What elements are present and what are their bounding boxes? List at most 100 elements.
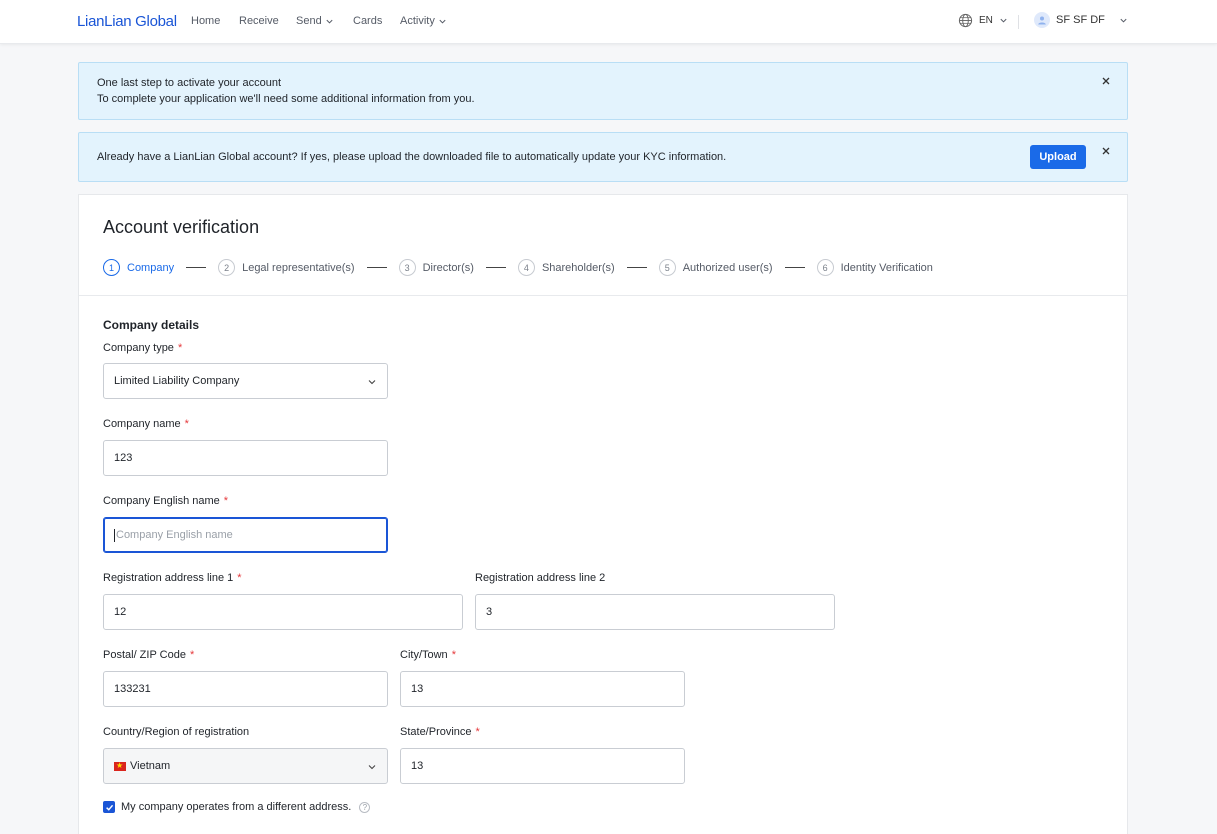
company-type-select[interactable]: Limited Liability Company xyxy=(103,363,388,399)
step-number: 1 xyxy=(103,259,120,276)
chevron-down-icon xyxy=(1120,18,1127,23)
step-identity-verification[interactable]: 6 Identity Verification xyxy=(816,259,933,276)
nav-send[interactable]: Send xyxy=(296,15,334,27)
step-number: 4 xyxy=(517,259,535,276)
postal-code-input[interactable]: 133231 xyxy=(103,671,388,707)
vietnam-flag-icon xyxy=(114,759,126,773)
company-name-value: 123 xyxy=(114,452,133,464)
address-line2-value: 3 xyxy=(486,606,493,618)
chevron-down-icon xyxy=(439,19,446,24)
close-icon[interactable] xyxy=(1101,76,1111,86)
step-label: Company xyxy=(127,261,175,274)
step-label: Director(s) xyxy=(422,261,474,274)
top-navbar: LianLian Global Home Receive Send Cards … xyxy=(0,0,1217,44)
company-english-name-placeholder: Company English name xyxy=(116,529,233,541)
check-icon xyxy=(105,804,113,811)
country-label: Country/Region of registration xyxy=(103,726,249,738)
upload-button[interactable]: Upload xyxy=(1030,145,1086,169)
company-name-input[interactable]: 123 xyxy=(103,440,388,476)
help-icon[interactable]: ? xyxy=(359,801,371,813)
different-address-label: My company operates from a different add… xyxy=(121,801,352,813)
page-title: Account verification xyxy=(103,217,260,237)
step-connector xyxy=(186,267,207,268)
nav-send-label: Send xyxy=(296,15,322,27)
section-title: Company details xyxy=(103,318,200,332)
address-line1-value: 12 xyxy=(114,606,127,618)
company-english-name-input[interactable]: Company English name xyxy=(103,517,388,553)
language-selector[interactable]: EN xyxy=(958,13,1008,28)
company-name-label: Company name * xyxy=(103,418,189,430)
activate-account-banner: One last step to activate your account T… xyxy=(78,62,1128,120)
state-value: 13 xyxy=(411,760,424,772)
nav-activity[interactable]: Activity xyxy=(400,15,447,27)
required-mark: * xyxy=(451,649,456,661)
city-label-text: City/Town xyxy=(400,649,448,661)
address-line2-label: Registration address line 2 xyxy=(475,572,605,584)
postal-code-label-text: Postal/ ZIP Code xyxy=(103,649,186,661)
company-type-label-text: Company type xyxy=(103,342,174,354)
required-mark: * xyxy=(475,726,480,738)
kyc-upload-banner: Already have a LianLian Global account? … xyxy=(78,132,1128,182)
step-connector xyxy=(626,267,647,268)
company-type-label: Company type * xyxy=(103,342,182,354)
address-line2-input[interactable]: 3 xyxy=(475,594,835,630)
nav-cards-label: Cards xyxy=(353,15,383,27)
address-line1-label-text: Registration address line 1 xyxy=(103,572,234,584)
state-label-text: State/Province xyxy=(400,726,472,738)
company-name-label-text: Company name xyxy=(103,418,181,430)
city-value: 13 xyxy=(411,683,424,695)
city-label: City/Town * xyxy=(400,649,456,661)
nav-cards[interactable]: Cards xyxy=(353,15,382,27)
required-mark: * xyxy=(177,342,183,354)
step-shareholders[interactable]: 4 Shareholder(s) xyxy=(517,259,615,276)
step-directors[interactable]: 3 Director(s) xyxy=(398,259,474,276)
step-label: Shareholder(s) xyxy=(541,261,615,274)
chevron-down-icon xyxy=(368,380,376,385)
language-label: EN xyxy=(979,15,993,26)
account-verification-card: Account verification 1 Company 2 Legal r… xyxy=(78,194,1128,834)
postal-code-label: Postal/ ZIP Code * xyxy=(103,649,194,661)
state-input[interactable]: 13 xyxy=(400,748,685,784)
nav-receive[interactable]: Receive xyxy=(239,15,279,27)
kyc-banner-text: Already have a LianLian Global account? … xyxy=(97,151,727,163)
card-divider xyxy=(79,295,1127,296)
step-label: Authorized user(s) xyxy=(682,261,773,274)
step-number: 2 xyxy=(218,259,236,276)
postal-code-value: 133231 xyxy=(114,683,151,695)
address-line1-label: Registration address line 1 * xyxy=(103,572,242,584)
text-caret xyxy=(114,528,115,542)
step-company[interactable]: 1 Company xyxy=(103,259,174,276)
nav-home[interactable]: Home xyxy=(191,15,220,27)
company-english-name-label: Company English name * xyxy=(103,495,228,507)
city-input[interactable]: 13 xyxy=(400,671,685,707)
address-line1-input[interactable]: 12 xyxy=(103,594,463,630)
step-connector xyxy=(366,267,387,268)
country-label-text: Country/Region of registration xyxy=(103,726,250,738)
user-menu[interactable]: SF SF DF xyxy=(1034,12,1128,28)
step-label: Legal representative(s) xyxy=(242,261,355,274)
chevron-down-icon xyxy=(368,765,376,770)
country-value: Vietnam xyxy=(130,760,171,772)
required-mark: * xyxy=(189,649,195,661)
stepper: 1 Company 2 Legal representative(s) 3 Di… xyxy=(103,259,933,276)
state-label: State/Province * xyxy=(400,726,480,738)
required-mark: * xyxy=(237,572,242,584)
step-authorized-users[interactable]: 5 Authorized user(s) xyxy=(658,259,773,276)
country-select[interactable]: Vietnam xyxy=(103,748,388,784)
step-label: Identity Verification xyxy=(840,261,933,274)
logo[interactable]: LianLian Global xyxy=(77,13,177,30)
close-icon[interactable] xyxy=(1101,146,1111,156)
nav-divider xyxy=(1018,15,1019,29)
banner-subtitle: To complete your application we'll need … xyxy=(97,93,475,105)
user-name: SF SF DF xyxy=(1056,14,1105,26)
avatar xyxy=(1034,12,1050,28)
step-connector xyxy=(784,267,805,268)
different-address-checkbox[interactable] xyxy=(103,801,115,813)
banner-title: One last step to activate your account xyxy=(97,77,282,89)
step-legal-representative[interactable]: 2 Legal representative(s) xyxy=(218,259,355,276)
required-mark: * xyxy=(184,418,189,430)
nav-activity-label: Activity xyxy=(400,15,435,27)
step-number: 5 xyxy=(658,259,676,276)
user-icon xyxy=(1038,16,1046,25)
nav-receive-label: Receive xyxy=(239,15,279,27)
